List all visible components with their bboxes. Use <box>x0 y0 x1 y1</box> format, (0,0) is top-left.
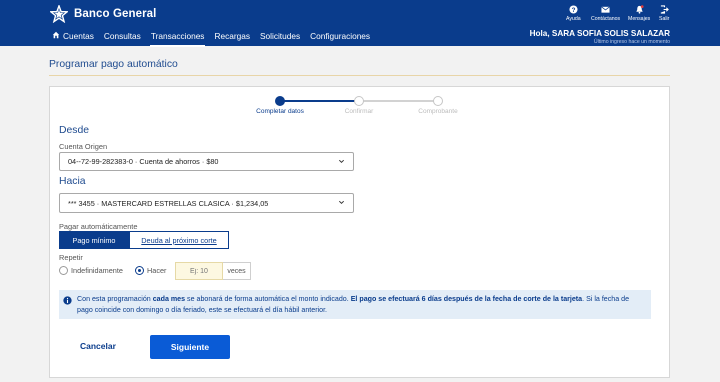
origin-account-select[interactable]: 04--72-99-282383-0 · Cuenta de ahorros ·… <box>59 152 354 171</box>
title-divider <box>49 75 670 76</box>
info-text-3: se abonará de forma automática el monto … <box>185 295 351 303</box>
logout-link[interactable]: Salir <box>659 5 669 22</box>
repeat-times-radio[interactable] <box>135 266 144 275</box>
nav-cuentas-label: Cuentas <box>63 31 94 41</box>
help-icon: ? <box>569 5 578 14</box>
next-button[interactable]: Siguiente <box>150 335 230 359</box>
help-link[interactable]: ? Ayuda <box>566 5 581 22</box>
info-banner: Con esta programación cada mes se abonar… <box>59 290 651 319</box>
info-text-1: Con esta programación <box>77 295 153 303</box>
help-label: Ayuda <box>566 16 581 22</box>
logout-label: Salir <box>659 16 670 22</box>
home-icon <box>52 31 60 39</box>
last-login: Último ingreso hace un momento <box>593 39 670 45</box>
repeat-indefinitely-radio[interactable] <box>59 266 68 275</box>
nav-transacciones[interactable]: Transacciones <box>146 31 210 47</box>
nav-configuraciones[interactable]: Configuraciones <box>305 31 375 46</box>
info-text-4: El pago se efectuará 6 días después de l… <box>350 295 583 303</box>
pay-next-cut-option[interactable]: Deuda al próximo corte <box>129 231 229 249</box>
cancel-button[interactable]: Cancelar <box>80 341 116 351</box>
star-logo-icon <box>50 5 68 23</box>
user-greeting: Hola, SARA SOFIA SOLIS SALAZAR Último in… <box>530 29 670 45</box>
contact-label: Contáctanos <box>591 16 621 22</box>
logout-icon <box>660 5 669 14</box>
to-heading: Hacia <box>59 176 86 187</box>
bell-icon <box>635 5 644 14</box>
repeat-label: Repetir <box>59 253 83 262</box>
step-dot-1 <box>275 96 285 106</box>
main-nav: Cuentas Consultas Transacciones Recargas… <box>52 31 375 47</box>
from-heading: Desde <box>59 125 90 136</box>
nav-solicitudes[interactable]: Solicitudes <box>255 31 305 46</box>
messages-link[interactable]: Mensajes <box>628 5 650 22</box>
destination-select[interactable]: *** 3455 · MASTERCARD ESTRELLAS CLASICA … <box>59 193 354 213</box>
chevron-down-icon <box>338 200 345 205</box>
stepper-line-1 <box>284 100 356 102</box>
nav-cuentas[interactable]: Cuentas <box>52 31 99 46</box>
origin-account-value: 04--72-99-282383-0 · Cuenta de ahorros ·… <box>68 157 219 166</box>
step-dot-2 <box>354 96 364 106</box>
top-navigation-bar: Banco General Cuentas Consultas Transacc… <box>0 0 720 47</box>
origin-account-label: Cuenta Origen <box>59 142 108 151</box>
pay-automatically-label: Pagar automáticamente <box>59 222 138 231</box>
info-text-2: cada mes <box>152 295 186 303</box>
repeat-count-input[interactable] <box>175 262 223 280</box>
info-icon <box>63 296 72 305</box>
chevron-down-icon <box>338 159 345 164</box>
brand[interactable]: Banco General <box>50 5 156 23</box>
step-label-3: Comprobante <box>418 108 458 115</box>
step-dot-3 <box>433 96 443 106</box>
mail-icon <box>601 6 610 13</box>
brand-name: Banco General <box>74 8 157 20</box>
messages-label: Mensajes <box>628 16 651 22</box>
svg-text:?: ? <box>571 7 575 14</box>
repeat-indefinitely-label[interactable]: Indefinidamente <box>71 266 123 275</box>
step-label-2: Confirmar <box>344 108 374 115</box>
stepper-line-2 <box>363 100 435 102</box>
pay-minimum-option[interactable]: Pago mínimo <box>59 231 129 249</box>
contact-link[interactable]: Contáctanos <box>591 5 620 22</box>
destination-value: *** 3455 · MASTERCARD ESTRELLAS CLASICA … <box>68 198 269 208</box>
nav-consultas[interactable]: Consultas <box>99 31 146 46</box>
nav-recargas[interactable]: Recargas <box>209 31 255 46</box>
step-label-1: Completar datos <box>256 108 304 115</box>
greeting-name: Hola, SARA SOFIA SOLIS SALAZAR <box>529 29 670 38</box>
page-title: Programar pago automático <box>49 59 178 70</box>
repeat-count-unit: veces <box>223 262 251 280</box>
repeat-times-label[interactable]: Hacer <box>147 266 166 275</box>
